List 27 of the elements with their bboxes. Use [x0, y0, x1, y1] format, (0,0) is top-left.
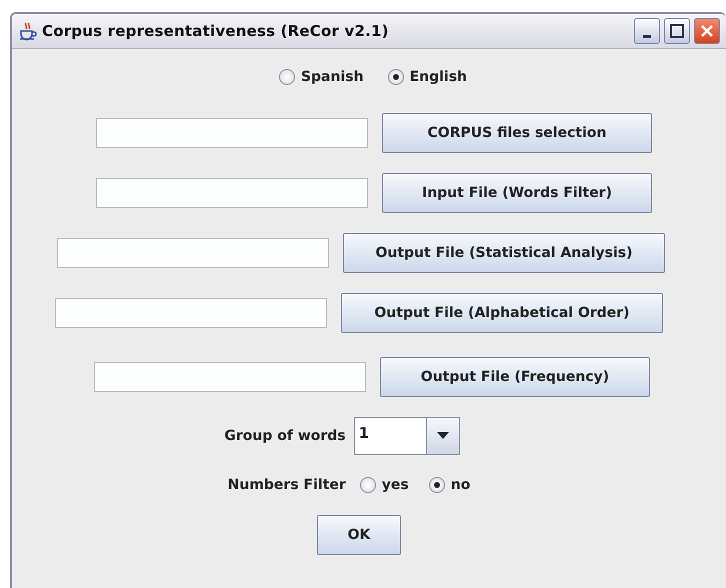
file-button[interactable]: Output File (Frequency) — [380, 357, 650, 397]
minimize-icon — [643, 34, 651, 38]
file-path-field[interactable] — [96, 118, 368, 148]
group-label: Group of words — [224, 428, 346, 444]
window-title: Corpus representativeness (ReCor v2.1) — [42, 22, 389, 40]
filter-radio[interactable]: no — [428, 477, 470, 493]
file-path-field[interactable] — [94, 362, 366, 392]
group-dropdown[interactable]: 1 — [354, 417, 460, 455]
numbers-filter-label: Numbers Filter — [228, 477, 346, 493]
minimize-button[interactable] — [634, 18, 660, 44]
file-button[interactable]: CORPUS files selection — [382, 113, 652, 153]
file-path-field[interactable] — [55, 298, 327, 328]
caret-icon — [436, 432, 449, 440]
language-radio[interactable]: Spanish — [278, 69, 364, 85]
language-radio[interactable]: English — [388, 69, 468, 85]
file-button[interactable]: Input File (Words Filter) — [382, 173, 652, 213]
close-button[interactable] — [694, 18, 720, 44]
close-icon — [700, 24, 714, 38]
coffee-cup-icon — [18, 21, 38, 41]
file-path-field[interactable] — [96, 178, 368, 208]
file-path-field[interactable] — [57, 238, 329, 268]
file-button[interactable]: Output File (Alphabetical Order) — [341, 293, 663, 333]
filter-radio[interactable]: yes — [360, 477, 409, 493]
file-button[interactable]: Output File (Statistical Analysis) — [343, 233, 665, 273]
ok-button[interactable]: OK — [317, 515, 401, 555]
maximize-button[interactable] — [664, 18, 690, 44]
maximize-icon — [670, 24, 684, 38]
